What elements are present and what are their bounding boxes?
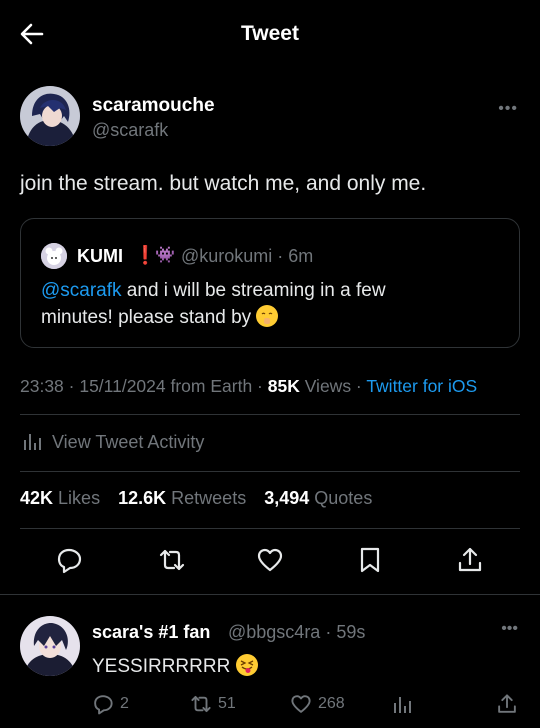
reply-tweet[interactable]: scara's #1 fan @bbgsc4ra · 59s ••• YESSI… bbox=[20, 612, 520, 728]
reply-action-bar: 2 51 268 bbox=[92, 692, 520, 718]
quote-text: @scarafk and i will be streaming in a fe… bbox=[41, 277, 461, 331]
views-count: 85K bbox=[267, 376, 300, 396]
reply-like-button[interactable]: 268 bbox=[290, 692, 345, 716]
reply-author-name[interactable]: scara's #1 fan bbox=[92, 622, 210, 643]
reply-text: YESSIRRRRRR bbox=[92, 654, 258, 678]
quote-author-name: KUMI bbox=[77, 246, 123, 266]
quote-avatar bbox=[41, 243, 67, 269]
share-icon bbox=[498, 694, 516, 713]
like-count: 268 bbox=[318, 695, 345, 712]
mention-link[interactable]: @scarafk bbox=[41, 280, 122, 301]
reply-icon[interactable] bbox=[55, 546, 83, 574]
divider bbox=[20, 414, 520, 415]
quoted-tweet[interactable]: KUMI ❗ 👾 @kurokumi · 6m @scarafk and i w… bbox=[20, 218, 520, 348]
shushing-face-emoji bbox=[256, 305, 279, 327]
author-avatar[interactable] bbox=[20, 86, 80, 146]
like-icon bbox=[291, 695, 311, 713]
like-icon[interactable] bbox=[256, 546, 284, 574]
author-handle[interactable]: @scarafk bbox=[92, 120, 168, 141]
reply-count: 2 bbox=[120, 695, 129, 712]
reply-retweet-button[interactable]: 51 bbox=[190, 692, 236, 716]
more-options-icon[interactable]: ••• bbox=[498, 100, 518, 118]
quotes-stat[interactable]: 3,494 Quotes bbox=[264, 488, 372, 508]
divider bbox=[0, 594, 540, 595]
exclamation-badge-icon: ❗ bbox=[134, 245, 157, 265]
analytics-icon bbox=[24, 434, 41, 450]
reply-avatar[interactable] bbox=[20, 616, 80, 676]
more-options-icon[interactable]: ••• bbox=[501, 620, 518, 638]
squinting-tongue-emoji bbox=[235, 654, 258, 676]
retweet-count: 51 bbox=[218, 695, 236, 712]
reply-icon bbox=[94, 695, 113, 715]
reply-body: YESSIRRRRRR bbox=[92, 656, 231, 677]
tweet-author: scaramouche @scarafk ••• bbox=[20, 86, 520, 148]
divider bbox=[20, 471, 520, 472]
retweet-icon bbox=[191, 695, 211, 713]
bookmark-icon[interactable] bbox=[356, 546, 384, 574]
source-link[interactable]: Twitter for iOS bbox=[366, 376, 477, 396]
retweet-icon[interactable] bbox=[158, 546, 186, 574]
share-icon[interactable] bbox=[456, 546, 484, 574]
reply-reply-button[interactable]: 2 bbox=[92, 692, 129, 716]
view-activity-link[interactable]: View Tweet Activity bbox=[22, 430, 204, 453]
top-bar: Tweet bbox=[0, 0, 540, 68]
divider bbox=[20, 528, 520, 529]
page-title: Tweet bbox=[241, 22, 299, 45]
analytics-icon bbox=[394, 697, 411, 713]
alien-monster-badge-icon: 👾 bbox=[155, 247, 175, 264]
engagement-stats: 42K Likes 12.6K Retweets 3,494 Quotes bbox=[20, 488, 385, 509]
view-activity-label: View Tweet Activity bbox=[52, 432, 205, 452]
quote-handle-time: @kurokumi · 6m bbox=[181, 246, 314, 266]
tweet-action-bar bbox=[0, 542, 540, 578]
tweet-meta: 23:38 · 15/11/2024 from Earth · 85K View… bbox=[20, 376, 477, 397]
tweet-text: join the stream. but watch me, and only … bbox=[20, 172, 427, 195]
retweets-stat[interactable]: 12.6K Retweets bbox=[118, 488, 246, 508]
reply-analytics-button[interactable] bbox=[392, 692, 414, 716]
reply-handle-time[interactable]: @bbgsc4ra · 59s bbox=[228, 622, 365, 643]
timestamp: 23:38 · 15/11/2024 from Earth · bbox=[20, 376, 268, 396]
likes-stat[interactable]: 42K Likes bbox=[20, 488, 100, 508]
reply-share-button[interactable] bbox=[496, 692, 518, 716]
author-name[interactable]: scaramouche bbox=[92, 95, 215, 117]
views-label: Views · bbox=[299, 376, 367, 396]
